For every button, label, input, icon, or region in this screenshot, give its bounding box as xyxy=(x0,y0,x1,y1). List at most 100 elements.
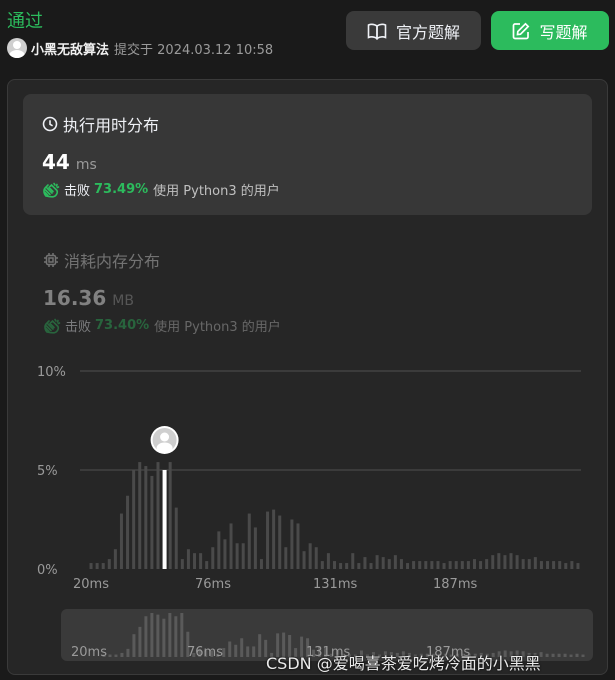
chart-bar xyxy=(497,553,501,569)
write-solution-label: 写题解 xyxy=(539,22,588,42)
chart-bar xyxy=(466,561,470,569)
chart-bar xyxy=(95,563,99,569)
minimap-bar xyxy=(180,613,184,657)
y-tick-label: 0% xyxy=(37,563,58,578)
watermark: CSDN @爱喝喜茶爱吃烤冷面的小黑黑 xyxy=(266,654,541,673)
runtime-beat-label: 击败 xyxy=(64,184,91,199)
highlight-bar xyxy=(162,470,167,569)
chart-bar xyxy=(126,495,130,569)
chart-bar xyxy=(491,555,495,569)
minimap-bar xyxy=(126,648,130,657)
minimap-bar xyxy=(144,616,148,657)
memory-beat: 击败 73.40% 使用 Python3 的用户 xyxy=(43,316,281,335)
official-solution-button[interactable]: 官方题解 xyxy=(346,11,481,50)
chart-bar xyxy=(485,559,489,569)
runtime-distribution-chart[interactable]: 10% 5% 0% 20ms 76ms 131ms 187ms xyxy=(8,360,608,590)
minimap-bar xyxy=(120,652,124,657)
runtime-unit: ms xyxy=(75,157,97,173)
chart-bar xyxy=(521,559,525,569)
chart-bar xyxy=(448,561,452,569)
chart-bar xyxy=(272,509,276,569)
chart-bar xyxy=(539,561,543,569)
x-tick-label: 20ms xyxy=(73,577,109,590)
chart-bar xyxy=(442,563,446,569)
chart-bar xyxy=(406,563,410,569)
clap-icon xyxy=(44,318,61,334)
avatar[interactable] xyxy=(7,38,27,58)
y-tick-label: 5% xyxy=(37,464,58,479)
minimap-bar xyxy=(174,616,178,657)
runtime-beat: 击败 73.49% 使用 Python3 的用户 xyxy=(42,180,280,199)
memory-value: 16.36 xyxy=(43,286,107,310)
chart-bar xyxy=(546,561,550,569)
minimap-bar xyxy=(551,653,555,657)
avatar-head xyxy=(160,432,170,442)
y-tick-label: 10% xyxy=(37,365,66,380)
chart-bar xyxy=(424,561,428,569)
chart-bar xyxy=(339,563,343,569)
chart-bar xyxy=(101,563,105,569)
chart-bar xyxy=(564,563,568,569)
chart-bar xyxy=(180,559,184,569)
chart-bar xyxy=(533,557,537,569)
chart-bar xyxy=(570,561,574,569)
chart-bar xyxy=(515,555,519,569)
chart-bar xyxy=(205,561,209,569)
chart-bar xyxy=(381,557,385,569)
write-solution-button[interactable]: 写题解 xyxy=(491,11,609,50)
chart-bar xyxy=(266,511,270,569)
status-text: 通过 xyxy=(7,11,43,32)
chart-bar xyxy=(558,561,562,569)
chart-bar xyxy=(503,555,507,569)
chart-bar xyxy=(211,547,215,569)
chart-bar xyxy=(302,551,306,569)
chart-bar xyxy=(479,561,483,569)
chart-bar xyxy=(326,553,330,569)
user-position-avatar xyxy=(150,426,179,454)
chart-bar xyxy=(509,553,513,569)
chart-bar xyxy=(186,549,190,569)
memory-beat-pct: 73.40% xyxy=(95,318,150,333)
memory-unit: MB xyxy=(112,293,134,309)
minimap-x-label: 20ms xyxy=(71,645,107,660)
minimap-bar xyxy=(246,646,250,657)
minimap-bar xyxy=(114,654,118,657)
clock-icon xyxy=(42,116,58,132)
username[interactable]: 小黑无敌算法 xyxy=(31,39,109,58)
chart-bar xyxy=(132,470,136,569)
chart-bar xyxy=(351,553,355,569)
clap-icon xyxy=(43,182,60,198)
chart-bar xyxy=(144,466,148,569)
minimap-bar xyxy=(228,641,232,657)
chart-bar xyxy=(399,559,403,569)
submitted-time: 提交于 2024.03.12 10:58 xyxy=(114,42,274,58)
runtime-value: 44 xyxy=(42,150,70,174)
minimap-bar xyxy=(575,653,579,657)
chart-bar xyxy=(314,547,318,569)
chart-bar xyxy=(193,553,197,569)
minimap-bar xyxy=(557,653,561,657)
chart-bar xyxy=(460,561,464,569)
runtime-card[interactable]: 执行用时分布 44 ms 击败 73.49% 使用 Python3 的用户 xyxy=(23,94,592,215)
minimap-bar xyxy=(240,638,244,657)
chart-bar xyxy=(308,543,312,569)
chart-bar xyxy=(247,513,251,569)
minimap-bar xyxy=(162,618,166,657)
chart-bar xyxy=(138,462,142,569)
minimap-bar xyxy=(234,644,238,657)
chart-bar xyxy=(472,559,476,569)
runtime-title: 执行用时分布 xyxy=(42,112,159,136)
chart-bar xyxy=(150,475,154,569)
memory-title: 消耗内存分布 xyxy=(43,248,160,272)
chart-bar xyxy=(290,519,294,569)
chart-bar xyxy=(156,462,160,569)
submitter-row: 小黑无敌算法 提交于 2024.03.12 10:58 xyxy=(7,38,273,58)
chart-bar xyxy=(168,462,172,569)
chart-bar xyxy=(333,561,336,569)
chart-bar xyxy=(199,553,203,569)
chart-bar xyxy=(576,563,580,569)
chart-bar xyxy=(357,563,361,569)
chart-bar xyxy=(235,543,239,569)
chart-bar xyxy=(412,561,416,569)
chart-bar xyxy=(107,559,111,569)
